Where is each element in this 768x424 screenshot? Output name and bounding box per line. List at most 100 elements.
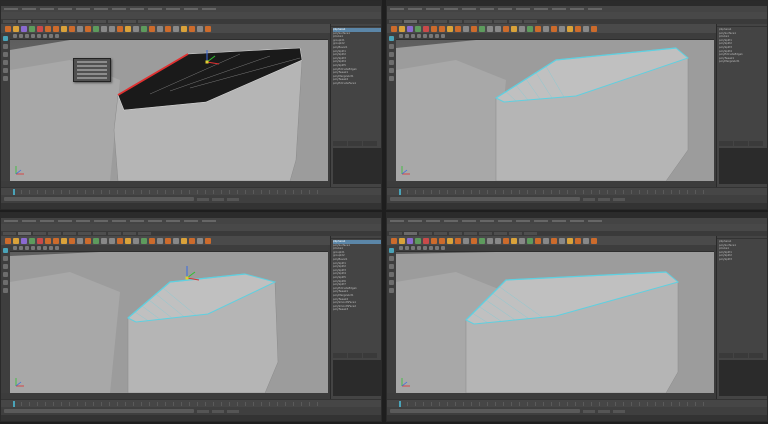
shelf-tool-icon[interactable] (431, 237, 437, 244)
shelf-tool-icon[interactable] (463, 25, 469, 32)
shelf-tool-icon[interactable] (391, 25, 397, 32)
status-line[interactable] (387, 12, 767, 19)
grid-icon[interactable] (19, 34, 23, 38)
shelf-tab[interactable] (18, 232, 31, 235)
viewport-panel-menu[interactable] (10, 245, 328, 252)
lasso-tool-icon[interactable] (3, 256, 8, 261)
shelf-tool-icon[interactable] (423, 237, 429, 244)
wireframe-icon[interactable] (411, 34, 415, 38)
menu-item[interactable] (534, 8, 548, 10)
shelf-tool-icon[interactable] (157, 237, 163, 244)
scale-tool-icon[interactable] (389, 76, 394, 81)
move-tool-icon[interactable] (389, 60, 394, 65)
shelf-tool-icon[interactable] (61, 25, 67, 32)
outliner-panel[interactable]: pSphere1 polySurface1 pCube1 polySplit1 poly… (716, 236, 767, 399)
viewport-panel-menu[interactable] (396, 245, 714, 252)
scale-tool-icon[interactable] (3, 76, 8, 81)
rotate-tool-icon[interactable] (3, 68, 8, 73)
range-bar[interactable] (4, 409, 194, 413)
attribute-tab[interactable] (348, 353, 362, 358)
shelf-tool-icon[interactable] (391, 237, 397, 244)
shelf-tool-icon[interactable] (141, 25, 147, 32)
shelf-tool-icon[interactable] (181, 25, 187, 32)
shelf-tool-icon[interactable] (29, 25, 35, 32)
shelf-tool-icon[interactable] (189, 25, 195, 32)
range-bar[interactable] (4, 197, 194, 201)
shelf-tool-icon[interactable] (165, 237, 171, 244)
outliner-list[interactable]: pSphere1 polySurface1 pCube1 groupId1 groupI… (331, 239, 381, 313)
textured-icon[interactable] (37, 246, 41, 250)
rotate-tool-icon[interactable] (3, 280, 8, 285)
outliner-list[interactable]: pSphere1 polySurface1 pCube1 groupId1 groupI… (331, 27, 381, 87)
lights-icon[interactable] (43, 246, 47, 250)
shelf-tool-icon[interactable] (69, 25, 75, 32)
viewport[interactable] (396, 252, 714, 393)
shelf-tool-icon[interactable] (205, 25, 211, 32)
lasso-tool-icon[interactable] (389, 44, 394, 49)
grid-icon[interactable] (19, 246, 23, 250)
menu-item[interactable] (552, 220, 566, 222)
attribute-editor[interactable] (719, 360, 767, 396)
shelf-tab[interactable] (449, 232, 462, 235)
shelf-tab[interactable] (123, 232, 136, 235)
status-line[interactable] (1, 12, 381, 19)
shaded-icon[interactable] (417, 246, 421, 250)
shelf-tool-icon[interactable] (77, 237, 83, 244)
shelf-tool-icon[interactable] (157, 25, 163, 32)
shelf-tool-icon[interactable] (439, 237, 445, 244)
menu-item[interactable] (148, 8, 162, 10)
command-line[interactable] (1, 415, 381, 421)
shelf-tool-icon[interactable] (37, 237, 43, 244)
attribute-tab[interactable] (734, 141, 748, 146)
camera-icon[interactable] (399, 34, 403, 38)
scale-tool-icon[interactable] (3, 288, 8, 293)
shelf-tab[interactable] (48, 232, 61, 235)
menu-item[interactable] (588, 8, 602, 10)
menu-item[interactable] (552, 8, 566, 10)
outliner-item[interactable]: polyMergeVert1 (719, 60, 767, 64)
menu-item[interactable] (184, 8, 198, 10)
range-slider[interactable] (387, 407, 767, 415)
grid-icon[interactable] (405, 246, 409, 250)
shelf-tool-icon[interactable] (165, 25, 171, 32)
menu-item[interactable] (112, 220, 126, 222)
shelf-tool-icon[interactable] (205, 237, 211, 244)
shelf-tool-icon[interactable] (495, 237, 501, 244)
shelf-tool-icon[interactable] (21, 25, 27, 32)
shelf-tool-icon[interactable] (5, 237, 11, 244)
menu-item[interactable] (112, 8, 126, 10)
shadows-icon[interactable] (435, 34, 439, 38)
viewport[interactable] (396, 40, 714, 181)
shelf-tool-icon[interactable] (583, 25, 589, 32)
menu-item[interactable] (4, 8, 18, 10)
menu-item[interactable] (22, 220, 36, 222)
range-field[interactable] (212, 409, 224, 413)
shelf-tab[interactable] (389, 232, 402, 235)
range-slider[interactable] (1, 195, 381, 203)
status-line[interactable] (387, 224, 767, 231)
shelf-tab[interactable] (138, 232, 151, 235)
marking-menu-item[interactable] (77, 65, 107, 67)
shelf-tool-icon[interactable] (471, 237, 477, 244)
menu-item[interactable] (498, 220, 512, 222)
attribute-tab[interactable] (333, 141, 347, 146)
menu-item[interactable] (570, 220, 584, 222)
menu-item[interactable] (588, 220, 602, 222)
isolate-icon[interactable] (441, 246, 445, 250)
scale-tool-icon[interactable] (389, 288, 394, 293)
menu-item[interactable] (390, 8, 404, 10)
menu-item[interactable] (40, 220, 54, 222)
shelf-tab[interactable] (404, 232, 417, 235)
range-slider[interactable] (1, 407, 381, 415)
rotate-tool-icon[interactable] (389, 68, 394, 73)
shelf-tool-icon[interactable] (197, 237, 203, 244)
shelf-tool-icon[interactable] (399, 25, 405, 32)
shelf-tool-icon[interactable] (447, 25, 453, 32)
attribute-tab[interactable] (734, 353, 748, 358)
menu-item[interactable] (534, 220, 548, 222)
paint-tool-icon[interactable] (3, 264, 8, 269)
menu-item[interactable] (462, 220, 476, 222)
attribute-tabs[interactable] (717, 353, 767, 358)
marking-menu[interactable] (73, 58, 111, 82)
shelf-tool-icon[interactable] (487, 237, 493, 244)
